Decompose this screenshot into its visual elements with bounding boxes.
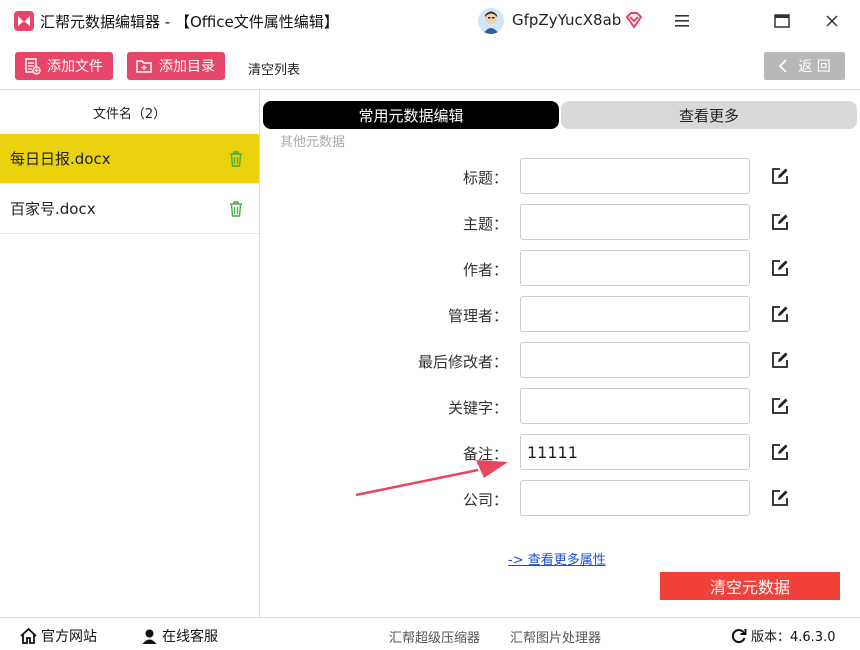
online-support-label: 在线客服: [162, 629, 218, 645]
close-icon[interactable]: [820, 9, 844, 33]
add-directory-button[interactable]: 添加目录: [127, 52, 225, 80]
avatar[interactable]: [478, 8, 504, 34]
refresh-icon: [731, 628, 747, 643]
list-item[interactable]: 百家号.docx: [0, 184, 259, 234]
add-file-button[interactable]: 添加文件: [15, 52, 113, 80]
title-bar: 汇帮元数据编辑器 - 【Office文件属性编辑】 GfpZyYucX8ab: [0, 0, 860, 42]
trash-icon[interactable]: [229, 201, 243, 217]
toolbar: 添加文件 添加目录 清空列表 返 回: [0, 42, 860, 90]
keywords-field[interactable]: [520, 388, 750, 424]
support-icon: [142, 629, 157, 644]
official-website-label: 官方网站: [41, 629, 97, 645]
clear-list-button[interactable]: 清空列表: [248, 59, 300, 78]
add-directory-label: 添加目录: [159, 59, 215, 75]
edit-icon[interactable]: [771, 397, 789, 415]
online-support-link[interactable]: 在线客服: [141, 626, 218, 646]
username[interactable]: GfpZyYucX8ab: [512, 11, 621, 29]
company-field[interactable]: [520, 480, 750, 516]
file-name: 每日日报.docx: [10, 150, 111, 168]
add-file-label: 添加文件: [47, 59, 103, 75]
tab-bar: 常用元数据编辑 查看更多: [263, 101, 857, 129]
edit-icon[interactable]: [771, 489, 789, 507]
file-list-header: 文件名（2）: [92, 106, 167, 122]
title-label: 标题：: [462, 169, 508, 187]
comments-label: 备注：: [462, 445, 508, 463]
edit-icon[interactable]: [771, 213, 789, 231]
comments-field[interactable]: [520, 434, 750, 470]
manager-field[interactable]: [520, 296, 750, 332]
window-title: 汇帮元数据编辑器 - 【Office文件属性编辑】: [40, 13, 339, 31]
edit-icon[interactable]: [771, 351, 789, 369]
author-field[interactable]: [520, 250, 750, 286]
vip-diamond-icon[interactable]: [624, 10, 644, 30]
tab-common-metadata[interactable]: 常用元数据编辑: [263, 101, 559, 129]
view-more-properties-link[interactable]: -> 查看更多属性: [508, 549, 606, 568]
author-label: 作者：: [462, 261, 508, 279]
edit-icon[interactable]: [771, 259, 789, 277]
maximize-icon[interactable]: [770, 9, 794, 33]
version-info[interactable]: 版本：4.6.3.0: [730, 626, 835, 645]
menu-icon[interactable]: [670, 9, 694, 33]
add-file-icon: [25, 58, 41, 75]
chevron-left-icon: [779, 59, 787, 73]
back-label: 返 回: [798, 59, 831, 75]
title-field[interactable]: [520, 158, 750, 194]
last-modified-by-field[interactable]: [520, 342, 750, 378]
version-label: 版本：4.6.3.0: [751, 630, 836, 645]
edit-icon[interactable]: [771, 305, 789, 323]
file-list-panel: 文件名（2） 每日日报.docx 百家号.docx: [0, 90, 260, 617]
file-name: 百家号.docx: [10, 200, 96, 218]
subject-field[interactable]: [520, 204, 750, 240]
keywords-label: 关键字：: [447, 399, 508, 417]
back-button[interactable]: 返 回: [764, 52, 845, 80]
company-label: 公司：: [462, 491, 508, 509]
compressor-link[interactable]: 汇帮超级压缩器: [389, 627, 480, 646]
subject-label: 主题：: [462, 215, 508, 233]
edit-icon[interactable]: [771, 167, 789, 185]
list-item[interactable]: 每日日报.docx: [0, 134, 259, 184]
add-folder-icon: [136, 60, 152, 73]
clear-metadata-button[interactable]: 清空元数据: [660, 572, 840, 600]
footer: 官方网站 在线客服 汇帮超级压缩器 汇帮图片处理器 版本：4.6.3.0: [0, 617, 860, 650]
home-icon: [20, 628, 37, 644]
app-logo-icon: [14, 11, 34, 31]
last-modified-by-label: 最后修改者：: [417, 353, 508, 371]
image-tool-link[interactable]: 汇帮图片处理器: [510, 627, 601, 646]
trash-icon[interactable]: [229, 151, 243, 167]
manager-label: 管理者：: [447, 307, 508, 325]
other-metadata-label[interactable]: 其他元数据: [280, 131, 345, 150]
official-website-link[interactable]: 官方网站: [20, 626, 97, 646]
edit-icon[interactable]: [771, 443, 789, 461]
tab-view-more[interactable]: 查看更多: [561, 101, 857, 129]
